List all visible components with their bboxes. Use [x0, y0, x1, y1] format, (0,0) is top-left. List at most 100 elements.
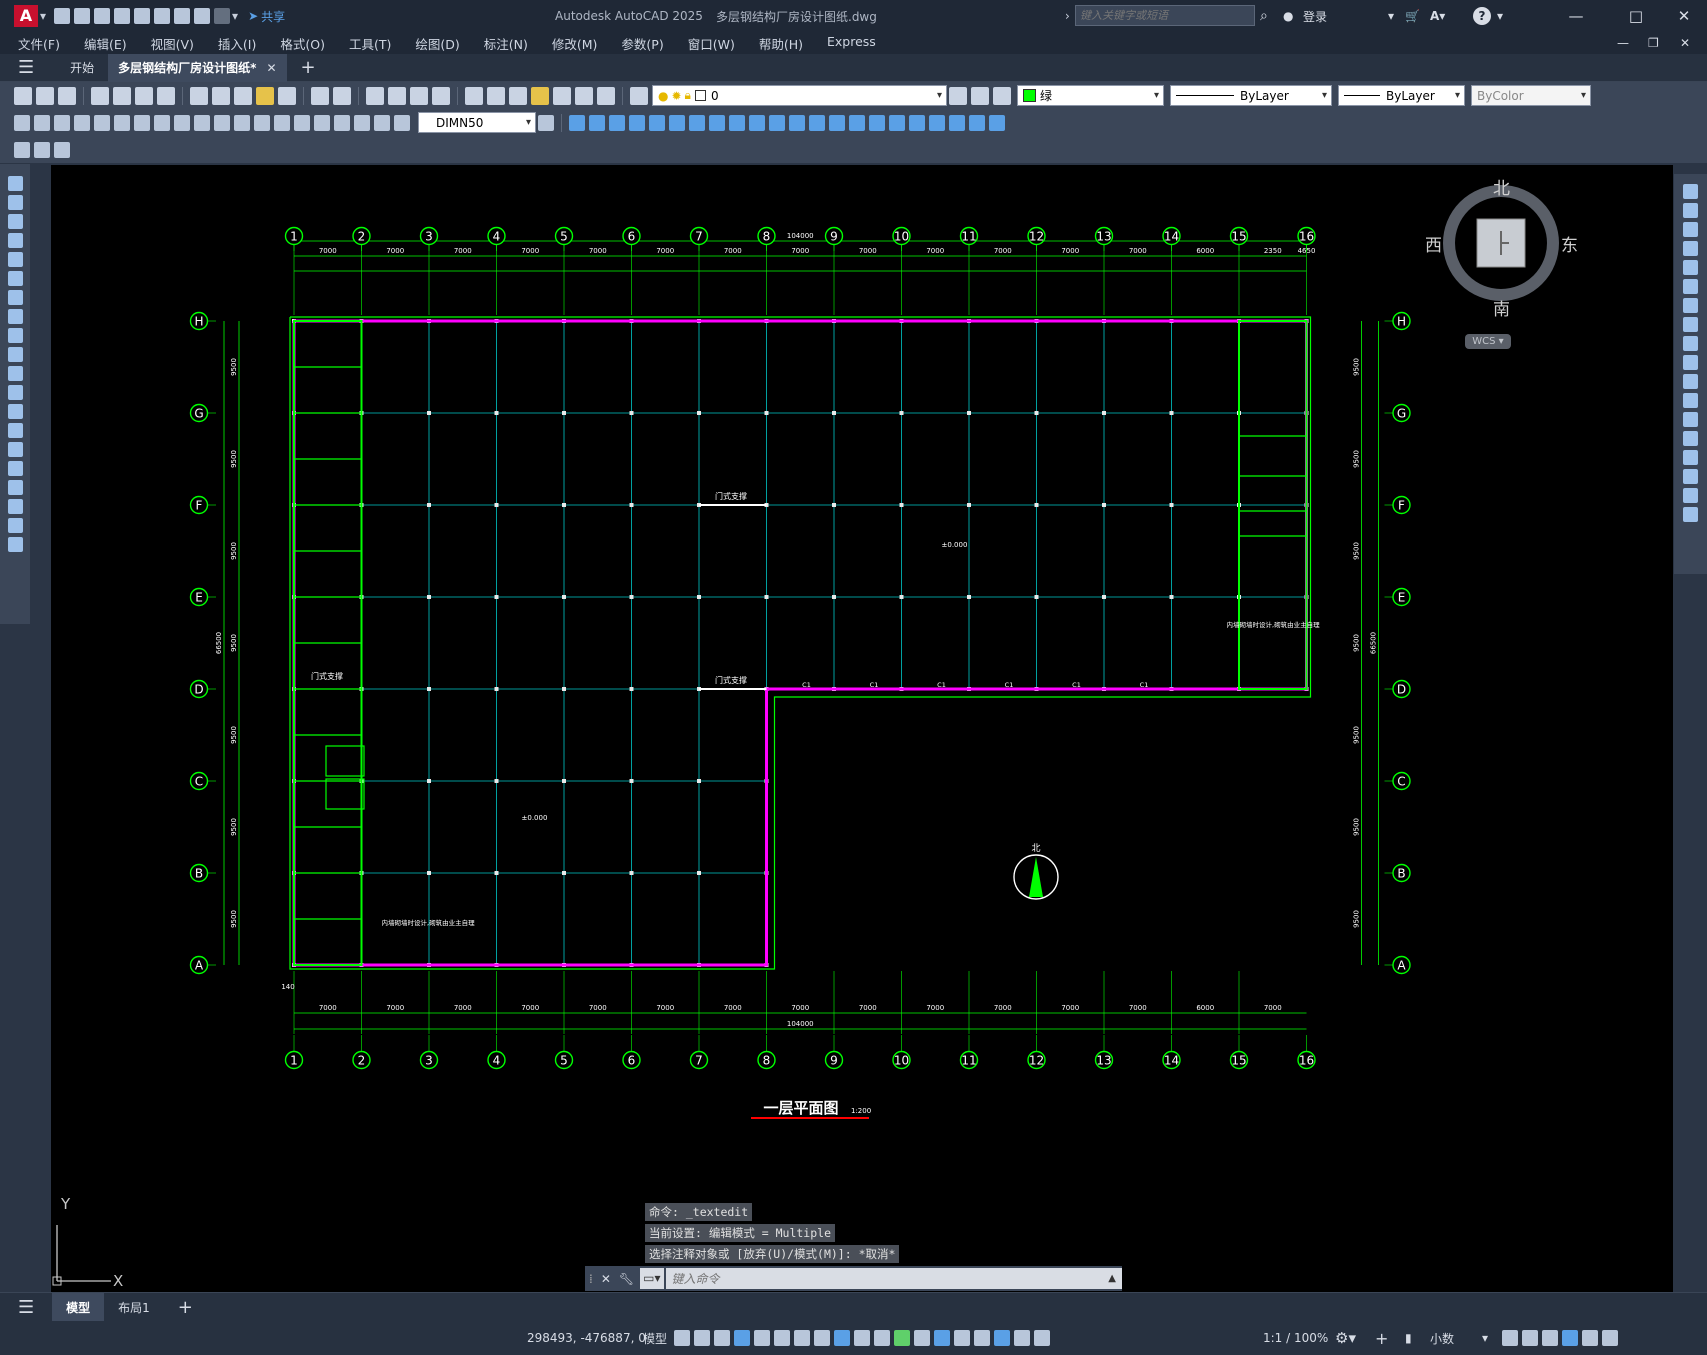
edit-array-icon[interactable]: [989, 114, 1005, 131]
rectangle-icon[interactable]: [7, 252, 23, 267]
add-layout-button[interactable]: +: [164, 1293, 207, 1322]
selection-cycling-icon[interactable]: [894, 1330, 910, 1346]
match-properties-icon[interactable]: [256, 86, 274, 105]
search-input[interactable]: [1075, 5, 1255, 26]
make-current-layer-icon[interactable]: [949, 86, 967, 105]
gradient-icon[interactable]: [7, 461, 23, 476]
attribute-edit-icon[interactable]: [54, 141, 70, 158]
object-snap-icon[interactable]: [834, 1330, 850, 1346]
3d-print-icon[interactable]: [157, 86, 175, 105]
calculator-icon[interactable]: [575, 86, 593, 105]
ellipse-arc-icon[interactable]: [7, 366, 23, 381]
minimize-window-button[interactable]: —: [1553, 7, 1599, 25]
lineweight-display-icon[interactable]: [854, 1330, 870, 1346]
command-history-toggle-icon[interactable]: ▲: [1108, 1273, 1116, 1284]
tab-document[interactable]: 多层钢结构厂房设计图纸* ✕: [108, 53, 287, 82]
aligned-dimension-icon[interactable]: [34, 114, 50, 131]
dynamic-input-icon[interactable]: [734, 1330, 750, 1346]
save-icon[interactable]: [94, 8, 111, 24]
ordinate-dimension-icon[interactable]: [74, 114, 90, 131]
units-icon[interactable]: ▮: [1405, 1331, 1412, 1345]
insert-icon[interactable]: [7, 385, 23, 400]
plot-icon[interactable]: [174, 8, 191, 24]
dimension-text-edit-icon[interactable]: [374, 114, 390, 131]
toolbar-undo-icon[interactable]: [311, 86, 329, 105]
polygon-icon[interactable]: [7, 233, 23, 248]
offset-icon[interactable]: [629, 114, 645, 131]
array-icon[interactable]: [649, 114, 665, 131]
construction-line-icon[interactable]: [7, 195, 23, 210]
graphics-performance-icon[interactable]: [1562, 1330, 1578, 1346]
right-explode-icon[interactable]: [1683, 507, 1698, 522]
command-grip-icon[interactable]: ⁞: [589, 1272, 593, 1286]
dynamic-ucs-icon[interactable]: [934, 1330, 950, 1346]
edit-spline-icon[interactable]: [949, 114, 965, 131]
open-icon[interactable]: [74, 8, 91, 24]
dimension-space-icon[interactable]: [234, 114, 250, 131]
dimension-break-icon[interactable]: [254, 114, 270, 131]
model-space-toggle[interactable]: 模型: [643, 1330, 667, 1347]
right-array-icon[interactable]: [1683, 260, 1698, 275]
layer-dropdown[interactable]: ● ✹ 🔒︎ 0: [652, 85, 947, 106]
menu-item-10[interactable]: 窗口(W): [676, 34, 747, 53]
right-chamfer-icon[interactable]: [1683, 450, 1698, 465]
coordinates-readout[interactable]: 298493, -476887, 0: [527, 1331, 646, 1345]
grid-display-icon[interactable]: [674, 1330, 690, 1346]
viewcube-north[interactable]: 北: [1493, 174, 1510, 199]
menu-item-8[interactable]: 修改(M): [540, 34, 610, 53]
new-tab-button[interactable]: +: [301, 57, 316, 78]
layer-states-icon[interactable]: [993, 86, 1011, 105]
stretch-icon[interactable]: [729, 114, 745, 131]
sheet-set-icon[interactable]: [531, 86, 549, 105]
cut-icon[interactable]: [190, 86, 208, 105]
annotation-scale-icon[interactable]: [1034, 1330, 1050, 1346]
layout-menu-icon[interactable]: ☰: [18, 1297, 34, 1318]
doc-minimize-button[interactable]: —: [1617, 36, 1629, 50]
right-scale-icon[interactable]: [1683, 317, 1698, 332]
close-tab-icon[interactable]: ✕: [266, 61, 276, 75]
transparency-icon[interactable]: [874, 1330, 890, 1346]
open-web-icon[interactable]: [134, 8, 151, 24]
block-editor-icon[interactable]: [278, 86, 296, 105]
angular-dimension-icon[interactable]: [154, 114, 170, 131]
menu-item-1[interactable]: 编辑(E): [72, 34, 139, 53]
right-erase-icon[interactable]: [1683, 184, 1698, 199]
arc-length-icon[interactable]: [54, 114, 70, 131]
doc-restore-button[interactable]: ❐: [1648, 36, 1659, 50]
customize-qat-icon[interactable]: ▾: [232, 9, 238, 23]
lineweight-dropdown[interactable]: ByLayer: [1338, 85, 1465, 106]
move-icon[interactable]: [669, 114, 685, 131]
3d-object-snap-icon[interactable]: [914, 1330, 930, 1346]
print-preview-icon[interactable]: [113, 86, 131, 105]
layer-thaw-icon[interactable]: ✹: [671, 89, 681, 103]
continue-dimension-icon[interactable]: [214, 114, 230, 131]
explode-icon[interactable]: [869, 114, 885, 131]
layer-properties-icon[interactable]: [630, 86, 648, 105]
center-mark-icon[interactable]: [294, 114, 310, 131]
infer-constraints-icon[interactable]: [714, 1330, 730, 1346]
app-menu-dropdown-icon[interactable]: ▾: [40, 9, 46, 23]
line-icon[interactable]: [7, 176, 23, 191]
tab-start[interactable]: 开始: [60, 59, 104, 76]
annotation-visibility-icon[interactable]: [994, 1330, 1010, 1346]
right-extend-icon[interactable]: [1683, 374, 1698, 389]
join-icon[interactable]: [809, 114, 825, 131]
polar-tracking-icon[interactable]: [774, 1330, 790, 1346]
login-dropdown-icon[interactable]: ▾: [1388, 9, 1394, 23]
arc-icon[interactable]: [7, 271, 23, 286]
quick-properties-icon[interactable]: [1502, 1330, 1518, 1346]
viewcube-south[interactable]: 南: [1493, 295, 1510, 320]
right-join-icon[interactable]: [1683, 431, 1698, 446]
close-window-button[interactable]: ✕: [1661, 7, 1707, 25]
blend-icon[interactable]: [889, 114, 905, 131]
design-center-icon[interactable]: [487, 86, 505, 105]
make-block-icon[interactable]: [7, 404, 23, 419]
properties-icon[interactable]: [465, 86, 483, 105]
inspection-icon[interactable]: [314, 114, 330, 131]
menu-item-2[interactable]: 视图(V): [139, 34, 206, 53]
toolbar-redo-icon[interactable]: [333, 86, 351, 105]
spline-icon[interactable]: [7, 328, 23, 343]
right-copy-icon[interactable]: [1683, 203, 1698, 218]
save-as-icon[interactable]: [114, 8, 131, 24]
undo-icon[interactable]: [194, 8, 211, 24]
